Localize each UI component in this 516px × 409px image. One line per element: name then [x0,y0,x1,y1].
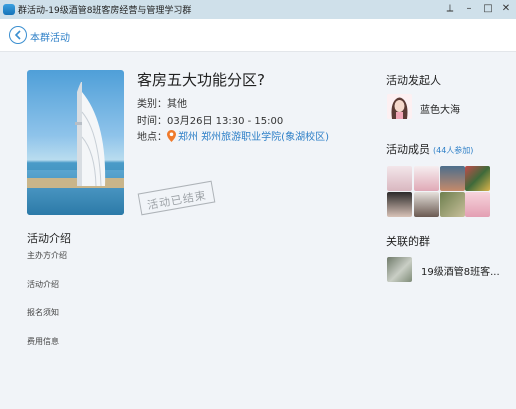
linked-group-heading: 关联的群 [386,235,430,248]
member-avatar[interactable] [440,166,465,191]
nav-bar: 本群活动 [0,19,516,52]
event-detail-page: 客房五大功能分区? 类别：其他 时间：03月26日 13:30 - 15:00 … [0,52,516,409]
member-avatar[interactable] [465,166,490,191]
category-value: 其他 [167,99,187,110]
pin-icon[interactable]: ⟂ [443,2,457,16]
member-avatar[interactable] [387,192,412,217]
organizer-name[interactable]: 蓝色大海 [420,101,460,116]
event-ended-stamp: 活动已结束 [137,180,216,216]
intro-item-activity[interactable]: 活动介绍 [27,279,59,290]
location-link[interactable]: 郑州 郑州旅游职业学院(象湖校区) [178,132,329,143]
location-label: 地点： [137,132,167,143]
time-label: 时间： [137,116,167,127]
member-avatar[interactable] [465,192,490,217]
intro-item-organizer[interactable]: 主办方介绍 [27,250,67,261]
event-title: 客房五大功能分区? [137,71,265,89]
organizer-heading: 活动发起人 [386,74,441,87]
intro-item-fees[interactable]: 费用信息 [27,336,59,347]
organizer-avatar-art [387,94,412,119]
organizer-avatar[interactable] [387,94,412,119]
member-avatar[interactable] [414,192,439,217]
back-button[interactable] [9,26,27,44]
event-poster-image[interactable] [27,70,124,215]
time-value: 03月26日 13:30 - 15:00 [167,116,284,127]
minimize-icon[interactable]: – [462,2,476,16]
member-avatar[interactable] [414,166,439,191]
poster-tower [75,82,106,186]
event-time-row: 时间：03月26日 13:30 - 15:00 [137,112,283,127]
window-title: 群活动-19级酒管8班客房经营与管理学习群 [18,6,192,16]
maximize-icon[interactable]: □ [481,2,495,16]
intro-heading: 活动介绍 [27,232,71,245]
members-heading-label: 活动成员 [386,143,430,156]
window-titlebar: 群活动-19级酒管8班客房经营与管理学习群 ⟂ – □ ✕ [0,0,516,19]
event-location-row: 地点： 郑州 郑州旅游职业学院(象湖校区) [137,128,329,143]
back-link[interactable]: 本群活动 [30,29,70,44]
members-heading: 活动成员 (44人参加) [386,141,473,157]
stamp-text: 活动已结束 [146,188,208,213]
app-logo-icon [3,4,15,15]
member-avatar[interactable] [440,192,465,217]
category-label: 类别： [137,99,167,110]
intro-item-registration[interactable]: 报名须知 [27,307,59,318]
location-pin-icon [167,130,176,142]
member-avatar[interactable] [387,166,412,191]
event-category-row: 类别：其他 [137,95,187,110]
close-icon[interactable]: ✕ [499,2,513,16]
chevron-left-icon [14,30,21,40]
members-count[interactable]: (44人参加) [433,146,473,155]
linked-group-avatar[interactable] [387,257,412,282]
linked-group-name[interactable]: 19级酒管8班客... [421,263,500,278]
